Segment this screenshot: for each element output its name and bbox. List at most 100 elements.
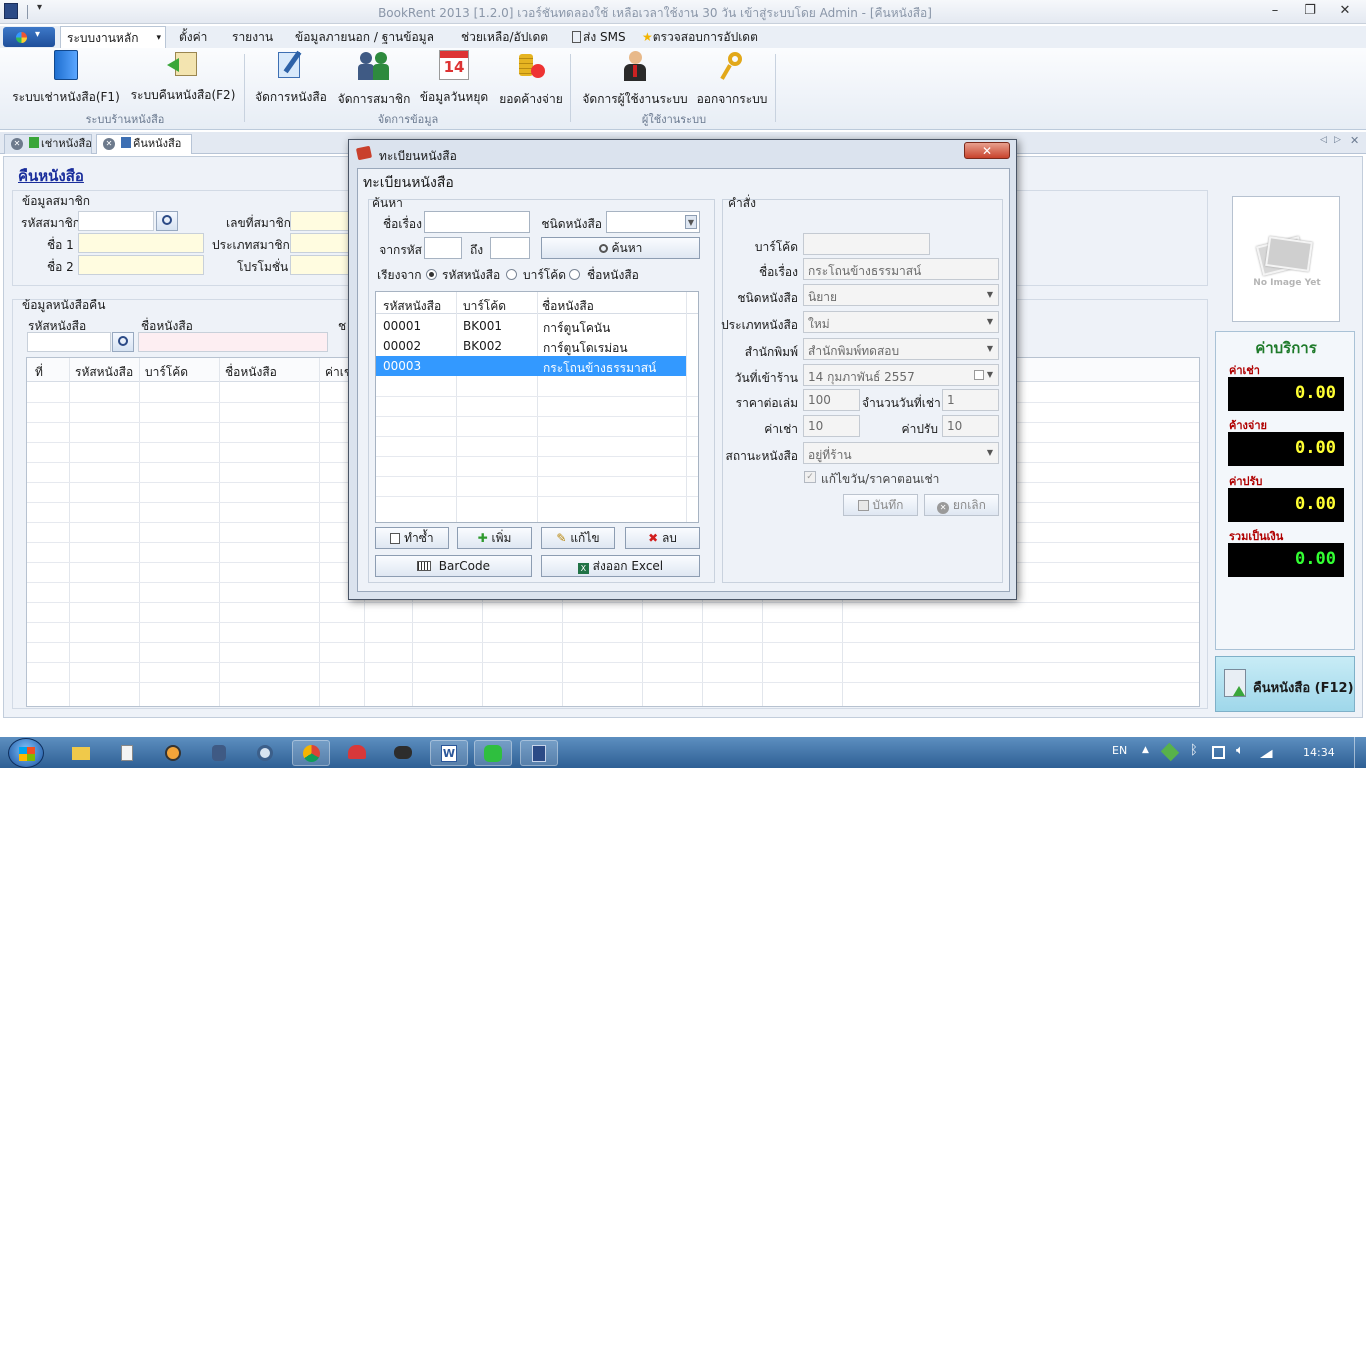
language-indicator[interactable]: EN xyxy=(1112,744,1127,757)
taskbar-app-people-icon[interactable] xyxy=(200,740,238,766)
ribbon-return-book-button[interactable]: ระบบคืนหนังสือ(F2) xyxy=(128,50,238,105)
date-in-label: วันที่เข้าร้าน xyxy=(734,371,798,385)
taskbar-word-icon[interactable]: W xyxy=(430,740,468,766)
ribbon-rent-book-button[interactable]: ระบบเช่าหนังสือ(F1) xyxy=(10,50,122,107)
member-section-title: ข้อมูลสมาชิก xyxy=(22,194,91,208)
star-icon: ★ xyxy=(642,30,653,44)
dialog-close-button[interactable]: ✕ xyxy=(964,142,1010,159)
bluetooth-icon[interactable]: ᛒ xyxy=(1190,743,1198,758)
menu-help-update[interactable]: ช่วยเหลือ/อัปเดต xyxy=(455,26,554,48)
minimize-button[interactable]: – xyxy=(1262,2,1288,20)
search-title-label: ชื่อเรื่อง xyxy=(383,217,422,231)
tab-close-icon[interactable]: ✕ xyxy=(103,138,115,150)
no-image-text: No Image Yet xyxy=(1253,278,1321,288)
fine-value: 0.00 xyxy=(1228,488,1344,522)
tab-close-all-icon[interactable]: ✕ xyxy=(1350,134,1359,147)
ribbon-outstanding-button[interactable]: ยอดค้างจ่าย xyxy=(496,50,566,109)
grid-header-book-code: รหัสหนังสือ xyxy=(75,365,134,379)
close-button[interactable]: ✕ xyxy=(1332,2,1358,20)
sort-label: เรียงจาก xyxy=(377,268,422,282)
fine-field: 10 xyxy=(942,415,999,437)
tab-scroll-left-icon[interactable]: ◁ xyxy=(1320,135,1327,145)
book-list-row-selected[interactable]: 00003 กระโถนข้างธรรมาสน์ xyxy=(376,356,686,376)
ribbon-manage-members-button[interactable]: จัดการสมาชิก xyxy=(336,50,412,109)
edit-button[interactable]: ✎ แก้ไข xyxy=(541,527,615,549)
delete-button[interactable]: ✖ ลบ xyxy=(625,527,700,549)
sort-radio-barcode[interactable] xyxy=(506,269,517,280)
add-button[interactable]: ✚ เพิ่ม xyxy=(457,527,532,549)
menu-settings[interactable]: ตั้งค่า xyxy=(173,26,213,48)
search-to-input[interactable] xyxy=(490,237,530,259)
duplicate-button[interactable]: ทำซ้ำ xyxy=(375,527,449,549)
grid-line xyxy=(319,358,320,706)
taskbar-app-red-icon[interactable] xyxy=(338,740,376,766)
taskbar-line-icon[interactable] xyxy=(474,740,512,766)
ribbon: ระบบเช่าหนังสือ(F1) ระบบคืนหนังสือ(F2) จ… xyxy=(0,48,1366,130)
grid-line xyxy=(69,358,70,706)
book-search-button[interactable] xyxy=(112,332,134,352)
publisher-select: สำนักพิมพ์ทดสอบ ▼ xyxy=(803,338,999,360)
clock[interactable]: 14:34 xyxy=(1303,746,1335,759)
name2-field xyxy=(78,255,204,275)
taskbar-app-cat-icon[interactable] xyxy=(384,740,422,766)
tab-scroll-right-icon[interactable]: ▷ xyxy=(1334,135,1341,145)
rent-fee-label: ค่าเช่า xyxy=(764,422,798,436)
member-id-input[interactable] xyxy=(78,211,154,231)
tray-device-icon[interactable] xyxy=(1212,746,1225,759)
book-code-input[interactable] xyxy=(27,332,111,352)
tray-expand-icon[interactable]: ▲ xyxy=(1142,745,1149,755)
book-list-row[interactable]: 00001 BK001 การ์ตูนโคนัน xyxy=(376,316,686,336)
volume-icon[interactable]: 🔈︎ xyxy=(1236,743,1244,758)
edit-price-checkbox[interactable]: ✓ xyxy=(804,471,816,483)
grid-header-barcode: บาร์โค้ด xyxy=(145,365,189,379)
ribbon-logout-button[interactable]: ออกจากระบบ xyxy=(694,50,770,109)
menu-main-system[interactable]: ระบบงานหลัก ▾ xyxy=(60,26,166,48)
book-list[interactable]: รหัสหนังสือ บาร์โค้ด ชื่อหนังสือ 00001 B… xyxy=(375,291,699,523)
chevron-down-icon: ▼ xyxy=(986,317,994,326)
taskbar-document-icon[interactable] xyxy=(108,740,146,766)
dialog-title: ทะเบียนหนังสือ xyxy=(379,149,457,163)
sort-radio-code[interactable] xyxy=(426,269,437,280)
tab-rent-book[interactable]: ✕ เช่าหนังสือ xyxy=(4,134,92,154)
search-button[interactable]: ค้นหา xyxy=(541,237,700,259)
app-menu-button[interactable]: ▾ xyxy=(3,27,55,47)
menu-external-data[interactable]: ข้อมูลภายนอก / ฐานข้อมูล xyxy=(289,26,440,48)
ribbon-holidays-button[interactable]: 14 ข้อมูลวันหยุด xyxy=(418,50,490,107)
book-list-row[interactable]: 00002 BK002 การ์ตูนโดเรม่อน xyxy=(376,336,686,356)
search-title-input[interactable] xyxy=(424,211,530,233)
taskbar-chrome-icon[interactable] xyxy=(292,740,330,766)
search-from-input[interactable] xyxy=(424,237,462,259)
show-desktop-button[interactable] xyxy=(1354,737,1366,768)
tab-return-book[interactable]: ✕ คืนหนังสือ xyxy=(96,134,192,154)
tray-network-app-icon[interactable] xyxy=(1160,742,1180,762)
price-label: ราคาต่อเล่ม xyxy=(735,396,798,410)
book-blue-icon xyxy=(54,50,78,80)
menu-check-update[interactable]: ★ตรวจสอบการอัปเดต xyxy=(636,26,764,48)
ribbon-manage-books-button[interactable]: จัดการหนังสือ xyxy=(252,50,330,107)
member-search-button[interactable] xyxy=(156,211,178,231)
menu-send-sms[interactable]: ส่ง SMS xyxy=(566,26,632,48)
cancel-button[interactable]: ✕ ยกเลิก xyxy=(924,494,999,516)
taskbar-explorer-icon[interactable] xyxy=(62,740,100,766)
search-section-title: ค้นหา xyxy=(372,196,403,210)
search-type-select[interactable]: ▼ xyxy=(606,211,700,233)
taskbar-app-disc-icon[interactable] xyxy=(246,740,284,766)
return-book-button[interactable]: คืนหนังสือ (F12) xyxy=(1215,656,1355,712)
search-icon xyxy=(598,244,608,253)
ribbon-manage-users-button[interactable]: จัดการผู้ใช้งานระบบ xyxy=(580,50,690,109)
signal-icon[interactable] xyxy=(1260,746,1278,758)
export-excel-button[interactable]: X ส่งออก Excel xyxy=(541,555,700,577)
restore-button[interactable]: ❐ xyxy=(1297,2,1323,20)
taskbar-bookrent-icon[interactable] xyxy=(520,740,558,766)
start-button[interactable] xyxy=(8,738,44,768)
sort-radio-name[interactable] xyxy=(569,269,580,280)
member-number-label: เลขที่สมาชิก xyxy=(226,216,291,230)
barcode-icon xyxy=(416,561,431,571)
menu-reports[interactable]: รายงาน xyxy=(226,26,279,48)
tab-close-icon[interactable]: ✕ xyxy=(11,138,23,150)
save-button[interactable]: บันทึก xyxy=(843,494,918,516)
taskbar-app-triangle-icon[interactable] xyxy=(154,740,192,766)
list-grid-line xyxy=(376,416,698,417)
barcode-button[interactable]: BarCode xyxy=(375,555,532,577)
calendar-icon xyxy=(974,370,984,380)
